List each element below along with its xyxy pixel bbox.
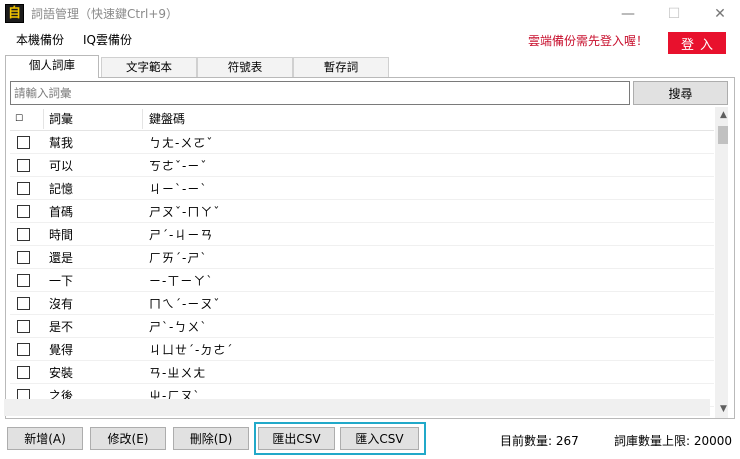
import-csv-button[interactable]: 匯入CSV	[340, 427, 419, 450]
edit-button[interactable]: 修改(E)	[90, 427, 166, 450]
tab-panel: 搜尋 ☐ 詞彙 鍵盤碼 幫我 ㄅㄤ-ㄨㄛˇ 可以 ㄎㄜˇ-ㄧˇ 記憶 ㄐㄧˋ-ㄧˋ 首碼 ㄕㄡ…	[5, 77, 735, 419]
add-button[interactable]: 新增(A)	[7, 427, 83, 450]
select-all-checkbox[interactable]: ☐	[15, 107, 23, 131]
table-body: 幫我 ㄅㄤ-ㄨㄛˇ 可以 ㄎㄜˇ-ㄧˇ 記憶 ㄐㄧˋ-ㄧˋ 首碼 ㄕㄡˇ-ㄇㄚˇ 時間 ㄕˊ-ㄐㄧ…	[10, 131, 714, 407]
row-keyboard-code: ㄢ-ㄓㄨㄤ	[149, 366, 207, 380]
row-keyboard-code: ㄎㄜˇ-ㄧˇ	[149, 159, 208, 173]
row-keyboard-code: ㄅㄤ-ㄨㄛˇ	[149, 136, 214, 150]
row-checkbox[interactable]	[17, 228, 30, 241]
row-keyboard-code: ㄕˊ-ㄐㄧㄢ	[149, 228, 214, 242]
row-keyboard-code: ㄐㄩㄝˊ-ㄉㄜˊ	[149, 343, 234, 357]
column-header-word[interactable]: 詞彙	[49, 107, 73, 131]
bottom-bar: 新增(A) 修改(E) 刪除(D) 匯出CSV 匯入CSV 目前數量: 267 …	[0, 420, 740, 459]
row-word: 安裝	[49, 366, 74, 380]
row-word: 可以	[49, 159, 74, 173]
table-row[interactable]: 是不 ㄕˋ-ㄅㄨˋ	[10, 315, 714, 338]
row-checkbox[interactable]	[17, 320, 30, 333]
table-row[interactable]: 時間 ㄕˊ-ㄐㄧㄢ	[10, 223, 714, 246]
column-divider[interactable]	[142, 109, 143, 129]
row-word: 還是	[49, 251, 74, 265]
export-csv-button[interactable]: 匯出CSV	[258, 427, 335, 450]
menu-local-backup[interactable]: 本機備份	[16, 31, 64, 48]
scroll-thumb[interactable]	[718, 126, 728, 144]
row-word: 幫我	[49, 136, 74, 150]
row-checkbox[interactable]	[17, 366, 30, 379]
row-word: 時間	[49, 228, 74, 242]
tab-symbol-table[interactable]: 符號表	[197, 57, 293, 78]
table-row[interactable]: 沒有 ㄇㄟˊ-ㄧㄡˇ	[10, 292, 714, 315]
tab-text-templates[interactable]: 文字範本	[101, 57, 197, 78]
row-checkbox[interactable]	[17, 343, 30, 356]
row-checkbox[interactable]	[17, 205, 30, 218]
tab-personal-dictionary[interactable]: 個人詞庫	[5, 55, 99, 78]
app-logo-icon	[5, 4, 24, 23]
row-checkbox[interactable]	[17, 251, 30, 264]
row-word: 記憶	[49, 182, 74, 196]
current-count-label: 目前數量: 267	[500, 434, 579, 448]
word-table: ☐ 詞彙 鍵盤碼 幫我 ㄅㄤ-ㄨㄛˇ 可以 ㄎㄜˇ-ㄧˇ 記憶 ㄐㄧˋ-ㄧˋ 首碼 ㄕㄡˇ-ㄇ…	[10, 107, 728, 418]
table-row[interactable]: 記憶 ㄐㄧˋ-ㄧˋ	[10, 177, 714, 200]
scroll-down-arrow-icon[interactable]: ▼	[715, 401, 728, 418]
row-keyboard-code: ㄐㄧˋ-ㄧˋ	[149, 182, 208, 196]
row-checkbox[interactable]	[17, 297, 30, 310]
table-row[interactable]: 還是 ㄏㄞˊ-ㄕˋ	[10, 246, 714, 269]
table-row[interactable]: 幫我 ㄅㄤ-ㄨㄛˇ	[10, 131, 714, 154]
count-limit-label: 詞庫數量上限: 20000	[614, 434, 733, 448]
row-word: 覺得	[49, 343, 74, 357]
title-bar: 詞語管理（快速鍵Ctrl+9） — ☐ ✕	[0, 0, 740, 28]
table-row[interactable]: 覺得 ㄐㄩㄝˊ-ㄉㄜˊ	[10, 338, 714, 361]
login-button[interactable]: 登入	[668, 32, 726, 54]
column-divider[interactable]	[43, 109, 44, 129]
row-keyboard-code: ㄏㄞˊ-ㄕˋ	[149, 251, 208, 265]
row-checkbox[interactable]	[17, 159, 30, 172]
column-header-code[interactable]: 鍵盤碼	[149, 107, 185, 131]
cloud-login-notice: 雲端備份需先登入喔！	[527, 34, 648, 48]
row-word: 是不	[49, 320, 74, 334]
maximize-button[interactable]: ☐	[651, 0, 697, 28]
tab-temporary-words[interactable]: 暫存詞	[293, 57, 389, 78]
search-button[interactable]: 搜尋	[633, 81, 728, 105]
horizontal-scrollbar[interactable]	[4, 399, 710, 416]
row-keyboard-code: ㄕˋ-ㄅㄨˋ	[149, 320, 208, 334]
table-header: ☐ 詞彙 鍵盤碼	[10, 107, 714, 131]
row-checkbox[interactable]	[17, 136, 30, 149]
search-input[interactable]	[10, 81, 630, 105]
row-word: 首碼	[49, 205, 74, 219]
row-keyboard-code: ㄇㄟˊ-ㄧㄡˇ	[149, 297, 221, 311]
row-checkbox[interactable]	[17, 274, 30, 287]
delete-button[interactable]: 刪除(D)	[173, 427, 249, 450]
row-word: 沒有	[49, 297, 74, 311]
table-row[interactable]: 安裝 ㄢ-ㄓㄨㄤ	[10, 361, 714, 384]
table-row[interactable]: 首碼 ㄕㄡˇ-ㄇㄚˇ	[10, 200, 714, 223]
table-row[interactable]: 一下 ㄧ-ㄒㄧㄚˋ	[10, 269, 714, 292]
window-title: 詞語管理（快速鍵Ctrl+9）	[31, 7, 179, 21]
close-button[interactable]: ✕	[697, 0, 740, 28]
row-checkbox[interactable]	[17, 182, 30, 195]
table-row[interactable]: 可以 ㄎㄜˇ-ㄧˇ	[10, 154, 714, 177]
menu-cloud-backup[interactable]: IQ雲備份	[83, 31, 132, 48]
scroll-up-arrow-icon[interactable]: ▲	[715, 107, 728, 124]
menu-bar: 本機備份 IQ雲備份 雲端備份需先登入喔！	[0, 28, 740, 52]
row-keyboard-code: ㄧ-ㄒㄧㄚˋ	[149, 274, 214, 288]
row-word: 一下	[49, 274, 74, 288]
vertical-scrollbar[interactable]: ▲ ▼	[715, 107, 728, 418]
row-keyboard-code: ㄕㄡˇ-ㄇㄚˇ	[149, 205, 221, 219]
tab-strip: 個人詞庫 文字範本 符號表 暫存詞	[5, 55, 735, 78]
minimize-button[interactable]: —	[605, 0, 651, 28]
